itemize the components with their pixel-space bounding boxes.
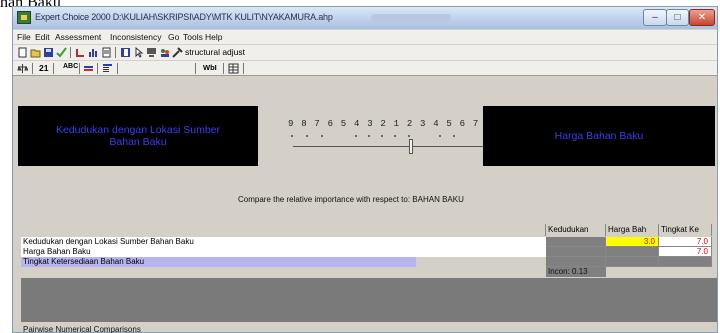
grid-icon[interactable] xyxy=(228,63,239,74)
comparison-scale-slider[interactable]: 9 8 7 6 5 4 3 2 1 2 3 4 5 6 7 8 9 xyxy=(275,119,505,157)
inconsistency-value: Incon: 0.13 xyxy=(546,267,606,277)
toolbar-separator xyxy=(117,63,118,74)
questionnaire-icon[interactable] xyxy=(102,63,113,74)
monitor-icon[interactable] xyxy=(146,47,157,58)
toolbar-separator xyxy=(70,47,71,58)
toolbar-compare: 21 ABC WbI xyxy=(13,61,717,76)
left-criterion-text: Kedudukan dengan Lokasi Sumber Bahan Bak… xyxy=(55,124,221,148)
compare-instruction: Compare the relative importance with res… xyxy=(238,195,464,204)
right-criterion-panel[interactable]: Harga Bahan Baku xyxy=(483,106,715,166)
matrix-cell xyxy=(546,237,606,247)
scale-thumb[interactable] xyxy=(409,139,413,154)
open-folder-icon[interactable] xyxy=(30,47,41,58)
row-label[interactable]: Harga Bahan Baku xyxy=(21,247,546,257)
toolbar-separator xyxy=(97,63,98,74)
graphical-mode-icon[interactable] xyxy=(83,63,94,74)
menu-edit[interactable]: Edit xyxy=(35,32,50,42)
report-icon[interactable] xyxy=(101,47,112,58)
minimize-button[interactable]: – xyxy=(643,9,667,26)
window-title: Expert Choice 2000 D:\KULIAH\SKRIPSI\ADY… xyxy=(35,12,333,22)
toolbar-separator xyxy=(195,63,196,74)
column-header: Kedudukan xyxy=(546,224,606,236)
scale-numbers: 9 8 7 6 5 4 3 2 1 2 3 4 5 6 7 8 9 xyxy=(288,119,506,129)
menu-bar: File Edit Assessment Inconsistency Go To… xyxy=(13,30,717,44)
toolbar-separator xyxy=(53,63,54,74)
column-header: Harga Bah xyxy=(606,224,659,236)
matrix-cell xyxy=(659,257,712,267)
toolbar-separator xyxy=(32,63,33,74)
comparison-area: Kedudukan dengan Lokasi Sumber Bahan Bak… xyxy=(13,77,717,333)
chart-icon[interactable] xyxy=(88,47,99,58)
app-icon xyxy=(17,11,31,24)
new-file-icon[interactable] xyxy=(17,47,28,58)
comparison-matrix: Kedudukan Harga Bah Tingkat Ke Kedudukan… xyxy=(21,224,717,284)
matrix-corner xyxy=(21,224,546,236)
scale-tick-dots xyxy=(291,135,455,137)
status-bar-label: Pairwise Numerical Comparisons xyxy=(23,325,141,333)
matrix-cell xyxy=(606,247,659,257)
menu-file[interactable]: File xyxy=(17,32,31,42)
check-icon[interactable] xyxy=(56,47,67,58)
matrix-cell xyxy=(546,257,606,267)
menu-assessment[interactable]: Assessment xyxy=(55,32,101,42)
toolbar-main: structural adjust xyxy=(13,45,717,60)
title-bar: Expert Choice 2000 D:\KULIAH\SKRIPSI\ADY… xyxy=(13,7,717,29)
merge-icon[interactable] xyxy=(75,47,86,58)
matrix-cell-selected[interactable]: 3.0 xyxy=(606,237,659,247)
people-icon[interactable] xyxy=(159,47,170,58)
matrix-empty-area xyxy=(21,278,717,322)
verbal-mode-button[interactable]: ABC xyxy=(63,63,78,70)
save-icon[interactable] xyxy=(43,47,54,58)
maximize-button[interactable]: □ xyxy=(666,9,689,26)
structural-adjust-label[interactable]: structural adjust xyxy=(185,47,245,57)
tools-icon[interactable] xyxy=(172,47,183,58)
scale-track xyxy=(293,146,485,147)
matrix-cell[interactable]: 7.0 xyxy=(659,237,712,247)
column-header: Tingkat Ke xyxy=(659,224,712,236)
numerical-mode-button[interactable]: 21 xyxy=(39,63,48,73)
left-criterion-panel[interactable]: Kedudukan dengan Lokasi Sumber Bahan Bak… xyxy=(18,106,258,166)
wbl-button[interactable]: WbI xyxy=(203,63,217,72)
menu-go[interactable]: Go xyxy=(168,32,179,42)
close-button[interactable]: ✕ xyxy=(689,9,715,26)
toolbar-separator xyxy=(243,63,244,74)
pointer-icon[interactable] xyxy=(133,47,144,58)
row-label[interactable]: Kedudukan dengan Lokasi Sumber Bahan Bak… xyxy=(21,237,546,247)
menu-inconsistency[interactable]: Inconsistency xyxy=(110,32,162,42)
toolbar-separator xyxy=(79,63,80,74)
scale-icon[interactable] xyxy=(17,63,28,74)
row-label[interactable]: Tingkat Ketersediaan Bahan Baku xyxy=(21,257,546,267)
app-window: Expert Choice 2000 D:\KULIAH\SKRIPSI\ADY… xyxy=(12,6,718,333)
toolbar-separator xyxy=(115,47,116,58)
title-bar-blur xyxy=(371,14,451,22)
right-criterion-text: Harga Bahan Baku xyxy=(554,130,644,142)
toolbar-separator xyxy=(223,63,224,74)
menu-help[interactable]: Help xyxy=(205,32,222,42)
matrix-cell xyxy=(546,247,606,257)
matrix-cell xyxy=(606,257,659,267)
menu-tools[interactable]: Tools xyxy=(183,32,203,42)
book-icon[interactable] xyxy=(120,47,131,58)
matrix-cell[interactable]: 7.0 xyxy=(659,247,712,257)
